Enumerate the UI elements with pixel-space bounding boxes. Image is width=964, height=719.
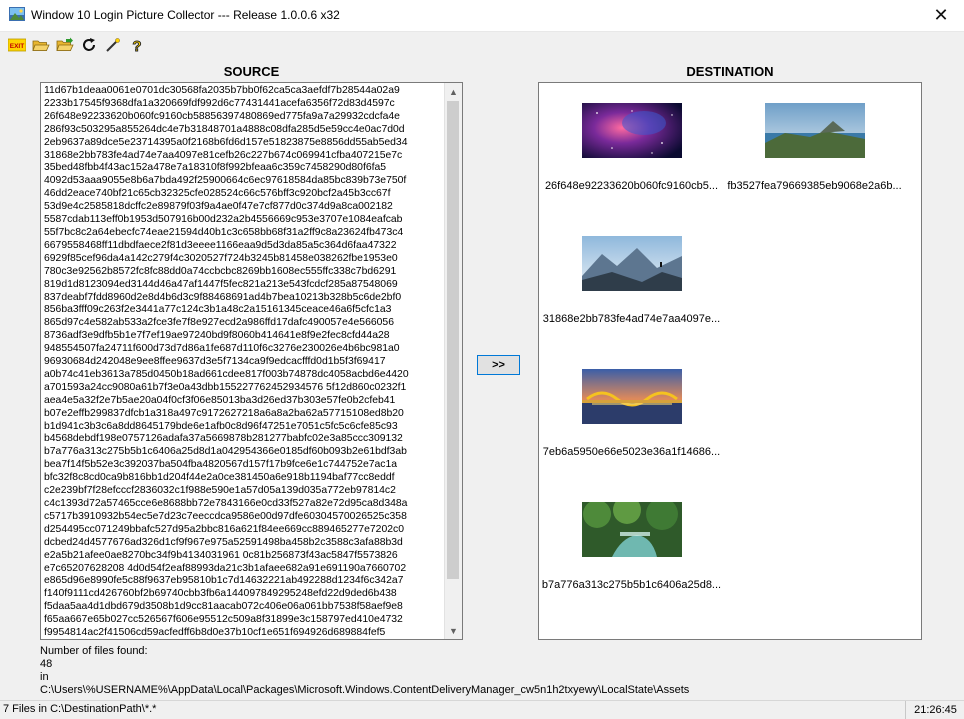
file-count-info: Number of files found: 48 in C:\Users\%U… <box>40 645 689 697</box>
source-file-row[interactable]: 46dd2eace740bf21c65cb32325cfe028524c66c5… <box>44 188 444 201</box>
source-heading: SOURCE <box>223 64 280 79</box>
source-file-row[interactable]: 53d9e4c2585818dcffc2e89879f03f9a4ae0f47e… <box>44 201 444 214</box>
source-file-row[interactable]: 8736adf3e9dfb5b1e7f7ef19ae97240bd9f8060b… <box>44 330 444 343</box>
source-file-row[interactable]: 2eb9637a89dce5e23714395a0f2168b6fd6d157e… <box>44 137 444 150</box>
source-file-row[interactable]: bfc32f8c8cd0ca9b816bb1d204f44e2a0ce38145… <box>44 472 444 485</box>
thumbnail-image-galaxy <box>581 103 682 158</box>
files-found-label: Number of files found: <box>40 645 148 657</box>
source-file-row[interactable]: 96930684d242048e9ee8ffee9637d3e5f7134ca9… <box>44 356 444 369</box>
source-file-row[interactable]: f5daa5aa4d1dbd679d3508b1d9cc81aacab072c4… <box>44 601 444 614</box>
destination-folder-icon[interactable] <box>56 36 74 54</box>
destination-view[interactable]: 26f648e92233620b060fc9160cb5... fb3527fe… <box>538 82 922 640</box>
thumbnail-item[interactable]: 7eb6a5950e66e5023e36a1f14686... <box>539 369 724 458</box>
destination-heading: DESTINATION <box>686 64 774 79</box>
toolbar: EXIT ? <box>8 36 146 56</box>
thumbnail-image-coast <box>764 103 865 158</box>
source-file-row[interactable]: dcbed24d4577676ad326d1cf9f967e975a525914… <box>44 537 444 550</box>
source-file-row[interactable]: b1d941c3b3c6a8dd8645179bde6e1afb0c8d96f4… <box>44 421 444 434</box>
thumbnail-caption: 26f648e92233620b060fc9160cb5... <box>544 180 719 192</box>
source-file-row[interactable]: 2233b17545f9368dfa1a320669fdf992d6c77431… <box>44 98 444 111</box>
source-file-row[interactable]: c2e239bf7f28efcccf2836032c1f988e590e1a57… <box>44 485 444 498</box>
thumbnail-image-dragon-bridge <box>581 369 682 424</box>
open-folder-icon[interactable] <box>32 36 50 54</box>
thumbnail-item[interactable]: 26f648e92233620b060fc9160cb5... <box>539 103 724 192</box>
source-file-row[interactable]: a701593a24cc9080a61b7f3e0a43dbb155227762… <box>44 382 444 395</box>
source-file-row[interactable]: 286f93c503295a855264dc4e7b31848701a4888c… <box>44 124 444 137</box>
copy-to-destination-button[interactable]: >> <box>477 355 520 375</box>
source-file-row[interactable]: f140f9111cd426760bf2b69740cbb3fb6a144097… <box>44 588 444 601</box>
source-file-row[interactable]: 26f648e92233620b060fc9160cb5885639748086… <box>44 111 444 124</box>
source-path: C:\Users\%USERNAME%\AppData\Local\Packag… <box>40 684 690 696</box>
source-file-row[interactable]: 6679558468ff11dbdfaece2f81d3eeee1166eaa9… <box>44 240 444 253</box>
settings-wand-icon[interactable] <box>104 36 122 54</box>
source-scrollbar[interactable]: ▲ ▼ <box>444 83 462 639</box>
source-file-row[interactable]: e2a5b21afee0ae8270bc34f9b4134031961 0c81… <box>44 550 444 563</box>
source-file-row[interactable]: bea7f14f5b52e3c392037ba504fba4820567d157… <box>44 459 444 472</box>
source-file-list[interactable]: 11d67b1deaa0061e0701dc30568fa2035b7bb0f6… <box>40 82 463 640</box>
source-file-row[interactable]: e865d96e8990fe5c88f9637eb95810b1c7d14632… <box>44 575 444 588</box>
scroll-up-icon[interactable]: ▲ <box>445 83 462 100</box>
source-file-row[interactable]: 819d1d8123094ed3144d46a47af1447f5fec821a… <box>44 279 444 292</box>
scroll-down-icon[interactable]: ▼ <box>445 622 462 639</box>
thumbnail-caption: b7a776a313c275b5b1c6406a25d8... <box>541 579 722 591</box>
source-file-row[interactable]: 31868e2bb783fe4ad74e7aa4097e81cefb26c227… <box>44 150 444 163</box>
source-file-row[interactable]: 55f7bc8c2a64ebecfc74eae21594d40b1c3c658b… <box>44 227 444 240</box>
source-file-row[interactable]: 837deabf7fdd8960d2e8d4b6d3c9f88468691ad4… <box>44 292 444 305</box>
close-button[interactable]: ✕ <box>918 0 964 31</box>
scroll-thumb[interactable] <box>447 101 459 579</box>
in-label: in <box>40 671 49 683</box>
exit-label: EXIT <box>10 43 24 50</box>
source-file-row[interactable]: 6929f85cef96da4a142c279f4c3020527f724b32… <box>44 253 444 266</box>
help-icon[interactable]: ? <box>128 36 146 54</box>
source-file-row[interactable]: 35bed48fbb4f43ac152a478e7a18310f8f992bfe… <box>44 162 444 175</box>
source-file-row[interactable]: f9954814ac2f41506cd59acfedff6b8d0e37b10c… <box>44 627 444 639</box>
thumbnail-item[interactable]: b7a776a313c275b5b1c6406a25d8... <box>539 502 724 591</box>
thumbnail-image-mountains <box>581 236 682 291</box>
source-file-row[interactable]: 4092d53aaa9055e8b6a7bda492f25900664c6ec9… <box>44 175 444 188</box>
source-file-row[interactable]: c4c1393d72a57465cce6e8688bb72e7843166e0c… <box>44 498 444 511</box>
thumbnail-caption: 31868e2bb783fe4ad74e7aa4097e... <box>542 313 721 325</box>
files-found-count: 48 <box>40 658 53 670</box>
source-file-row[interactable]: c5717b3910932b54ec5e7d23c7eeccdca9586e00… <box>44 511 444 524</box>
source-file-row[interactable]: a0b74c41eb3613a785d0450b18ad661cdee817f0… <box>44 369 444 382</box>
source-file-row[interactable]: 780c3e92562b8572fc8fc88dd0a74ccbcbc8269b… <box>44 266 444 279</box>
exit-button[interactable]: EXIT <box>8 36 26 54</box>
source-list-items: 11d67b1deaa0061e0701dc30568fa2035b7bb0f6… <box>44 85 444 639</box>
thumbnail-item[interactable]: 31868e2bb783fe4ad74e7aa4097e... <box>539 236 724 325</box>
status-text: 7 Files in C:\DestinationPath\*.* <box>3 703 157 715</box>
refresh-icon[interactable] <box>80 36 98 54</box>
thumbnail-caption: fb3527fea79669385eb9068e2a6b... <box>727 180 902 192</box>
source-file-row[interactable]: e7c65207628208 4d0d54f2eaf88993da21c3b1a… <box>44 563 444 576</box>
thumbnail-item[interactable]: fb3527fea79669385eb9068e2a6b... <box>722 103 907 192</box>
source-file-row[interactable]: b4568debdf198e0757126adafa37a5669878b281… <box>44 433 444 446</box>
status-clock: 21:26:45 <box>905 701 964 719</box>
source-file-row[interactable]: 5587cdab113eff0b1953d507916b00d232a2b455… <box>44 214 444 227</box>
status-bar: 7 Files in C:\DestinationPath\*.* 21:26:… <box>0 700 964 719</box>
source-file-row[interactable]: f65aa667e65b027cc526567f606e95512c509a8f… <box>44 614 444 627</box>
source-file-row[interactable]: b7a776a313c275b5b1c6406a25d8d1a042954366… <box>44 446 444 459</box>
source-file-row[interactable]: 11d67b1deaa0061e0701dc30568fa2035b7bb0f6… <box>44 85 444 98</box>
source-file-row[interactable]: d254495cc071249bbafc527d95a2bbc816a621f8… <box>44 524 444 537</box>
source-file-row[interactable]: b07e2effb299837dfcb1a318a497c9172627218a… <box>44 408 444 421</box>
thumbnail-caption: 7eb6a5950e66e5023e36a1f14686... <box>542 446 721 458</box>
source-file-row[interactable]: 856ba3fff09c263f2e3441a77c124c3b1a48c2a1… <box>44 304 444 317</box>
source-file-row[interactable]: aea4e5a32f2e7b5ae20a04f0cf3f06e85013ba3d… <box>44 395 444 408</box>
svg-text:?: ? <box>132 38 141 53</box>
thumbnail-image-forest-stream <box>581 502 682 557</box>
source-file-row[interactable]: 948554507fa24711f600d73d7d86a1fe687d110f… <box>44 343 444 356</box>
window-title: Window 10 Login Picture Collector --- Re… <box>31 8 340 22</box>
title-bar: Window 10 Login Picture Collector --- Re… <box>0 0 964 32</box>
source-file-row[interactable]: 865d97c4e582ab533a2fce3fe7f8e927ecd2a986… <box>44 317 444 330</box>
app-icon <box>9 7 25 21</box>
